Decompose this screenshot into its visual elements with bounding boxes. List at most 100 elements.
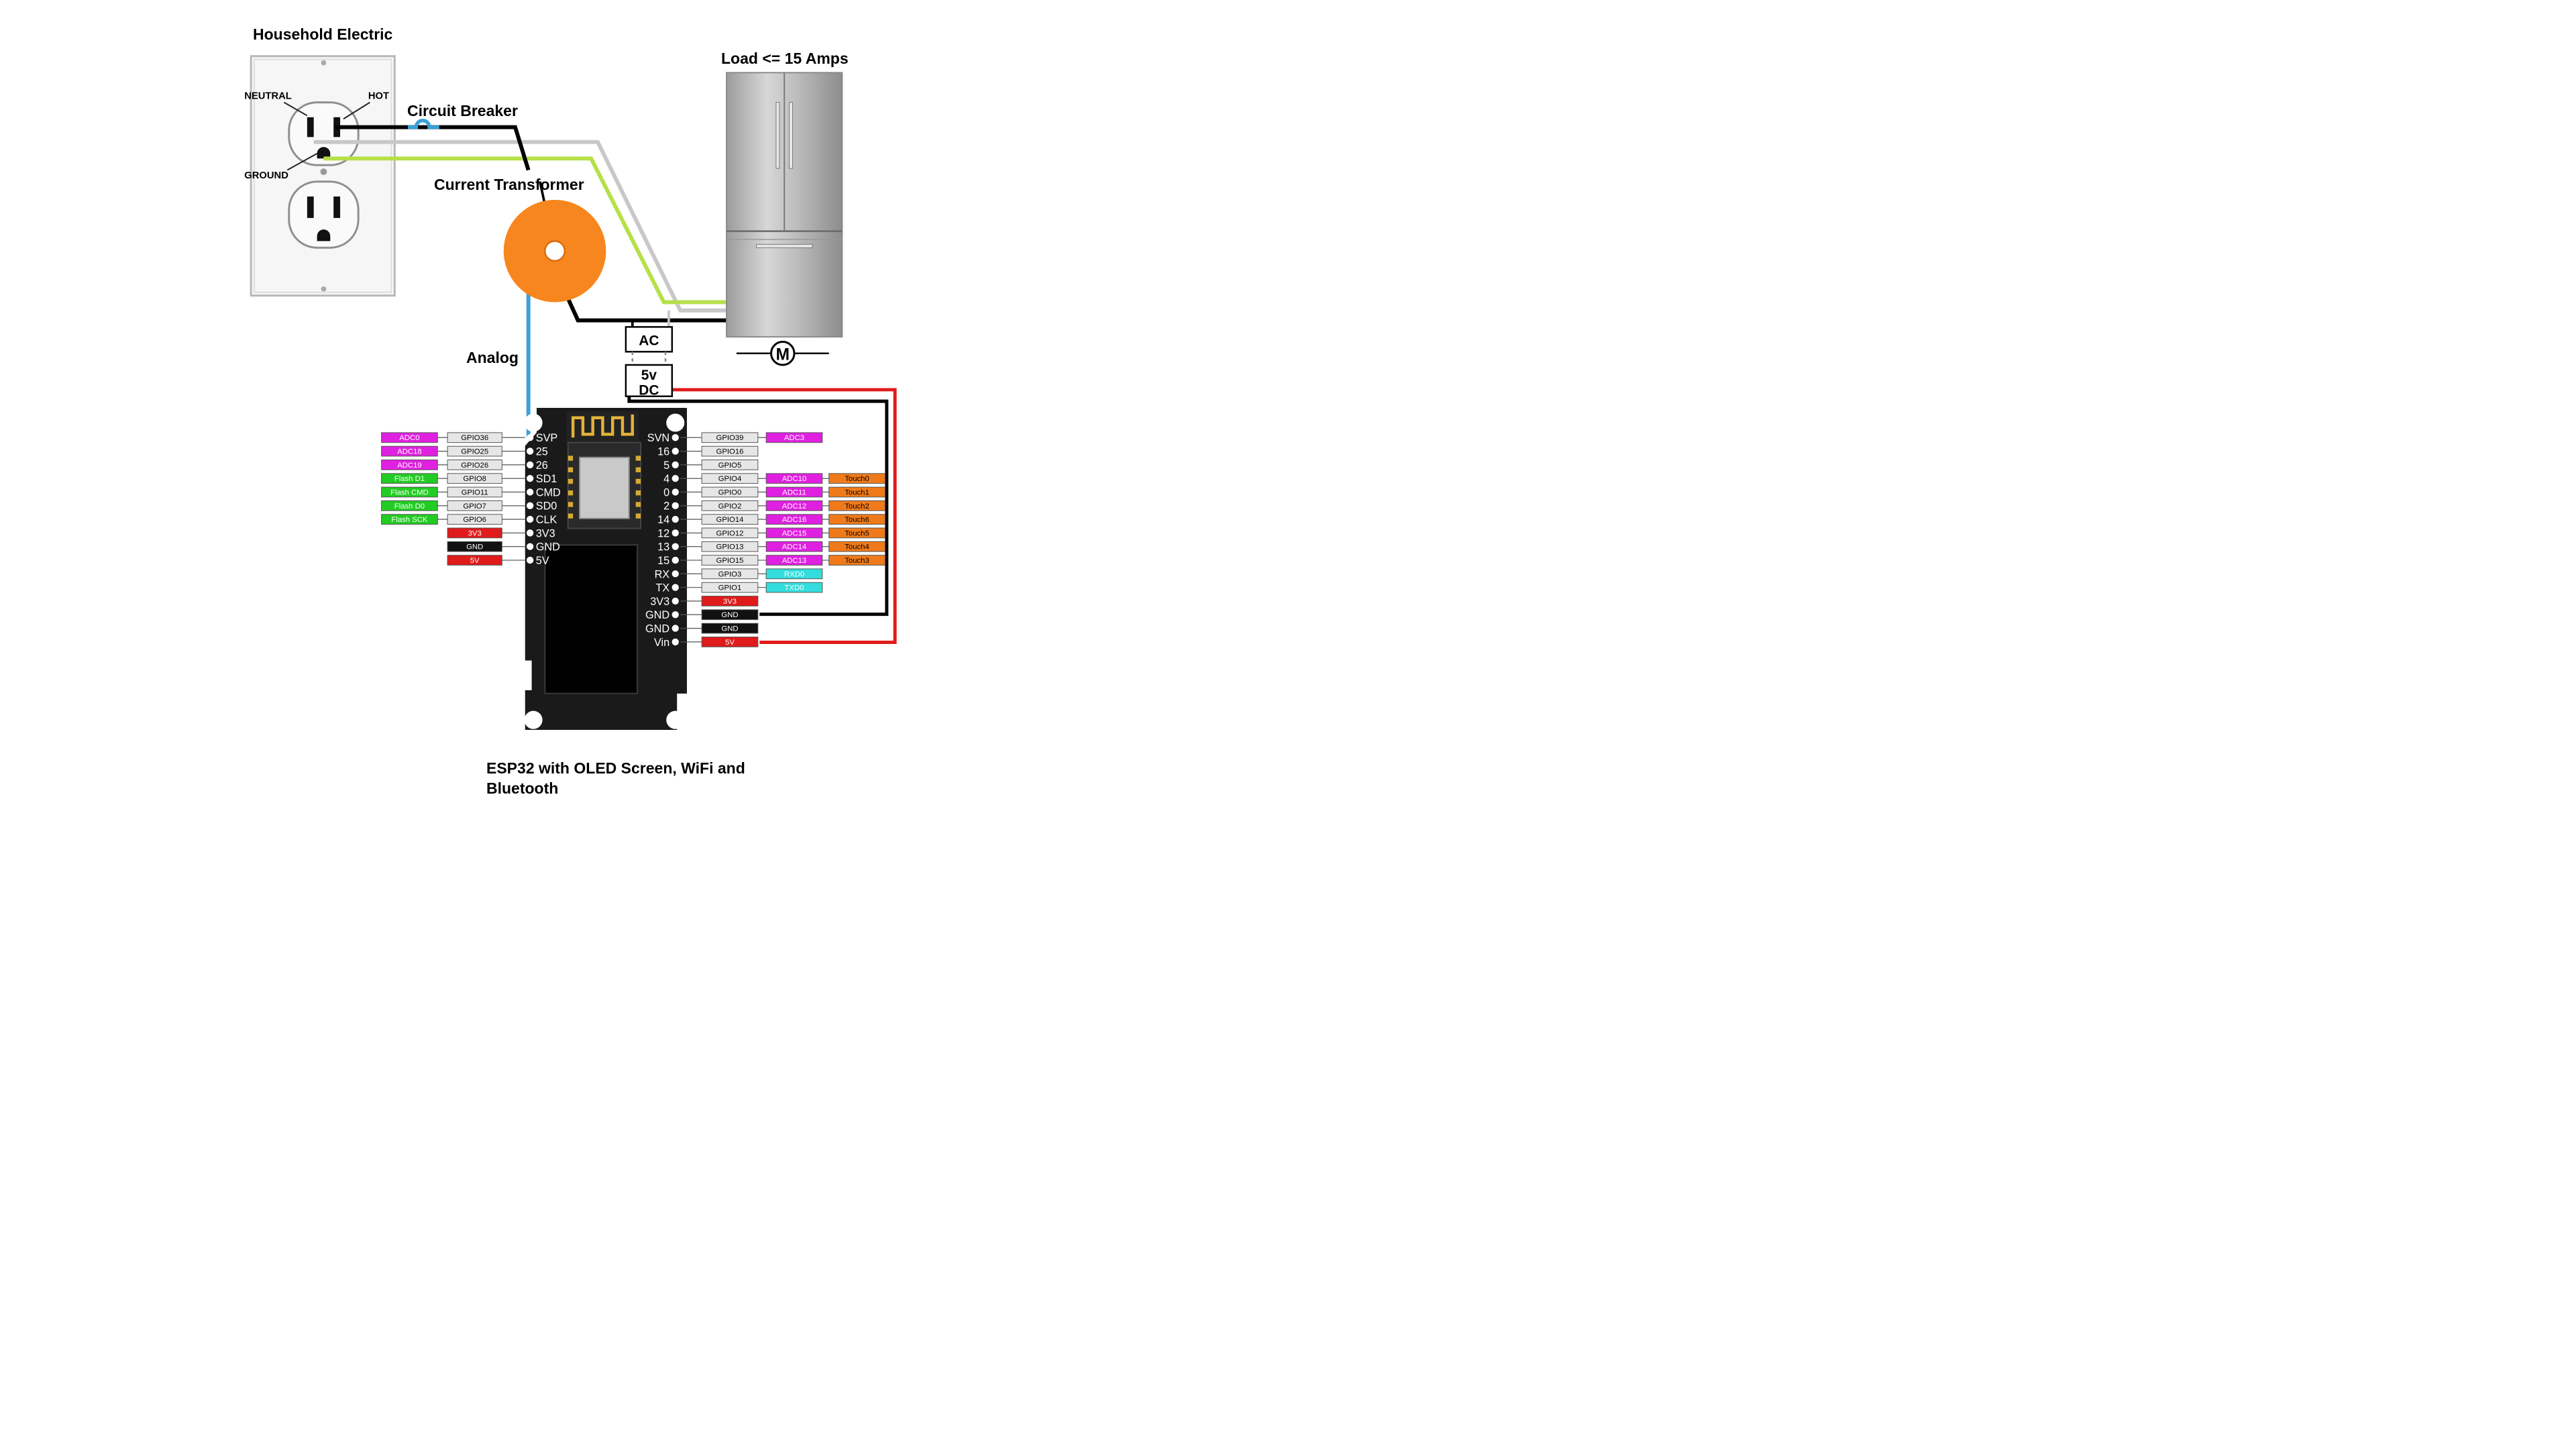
right-gpio-tag: GPIO2: [701, 500, 759, 511]
left-func-tag: Flash D1: [381, 473, 438, 484]
right-power-tag-text: GND: [721, 611, 738, 619]
right-func-tag-text: ADC16: [782, 516, 806, 524]
right-power-tag-text: GND: [721, 625, 738, 633]
right-gpio-tag-text: GPIO4: [718, 475, 742, 483]
right-func-tag-text: RXD0: [784, 570, 804, 578]
right-power-tag-text: 3V3: [723, 598, 737, 606]
right-gpio-tag: GPIO12: [701, 527, 759, 539]
board-pin-label: CLK: [536, 514, 557, 526]
right-gpio-tag: GPIO14: [701, 514, 759, 525]
refrigerator-image: [726, 72, 843, 338]
pin-hole: [672, 488, 679, 496]
right-touch-tag: Touch4: [828, 541, 885, 552]
board-pin-label: 12: [657, 527, 669, 539]
left-pin-row: 25 GPIO25 ADC18: [381, 445, 548, 458]
pin-hole: [526, 502, 534, 510]
right-power-tag: 3V3: [701, 596, 759, 606]
pin-hole: [672, 611, 679, 619]
left-power-tag: GND: [447, 541, 502, 552]
left-func-tag-text: Flash D1: [394, 475, 425, 483]
board-pin-label: GND: [645, 623, 669, 635]
board-pin-label: 13: [657, 541, 669, 553]
left-gpio-tag: GPIO36: [447, 432, 502, 443]
right-func-tag-text: ADC3: [784, 434, 804, 442]
board-pin-label: SVP: [536, 432, 558, 444]
left-power-tag: 5V: [447, 555, 502, 566]
left-gpio-tag-text: GPIO8: [463, 475, 486, 483]
right-func-tag: ADC10: [765, 473, 823, 484]
right-gpio-tag: GPIO4: [701, 473, 759, 484]
pin-hole: [672, 515, 679, 523]
pin-hole: [526, 488, 534, 496]
left-gpio-tag: GPIO6: [447, 514, 502, 525]
current-transformer-label: Current Transformer: [434, 176, 584, 193]
analog-label: Analog: [466, 349, 519, 366]
right-func-tag-text: TXD0: [785, 584, 804, 592]
pin-hole: [672, 556, 679, 564]
pin-hole: [526, 447, 534, 455]
neutral-label: NEUTRAL: [244, 91, 291, 102]
right-touch-tag-text: Touch1: [845, 488, 869, 496]
right-touch-tag-text: Touch5: [845, 529, 869, 537]
board-pin-label: TX: [655, 582, 669, 594]
board-pin-label: SVN: [647, 432, 669, 444]
right-func-tag: ADC11: [765, 486, 823, 498]
board-pin-label: 5V: [536, 555, 549, 567]
board-pin-label: 2: [663, 500, 669, 513]
right-pin-row: 14 GPIO14 ADC16 Touch6: [657, 514, 885, 526]
right-gpio-tag-text: GPIO0: [718, 488, 742, 496]
right-power-tag: GND: [701, 609, 759, 621]
right-func-tag-text: ADC10: [782, 475, 806, 483]
left-func-tag: ADC0: [381, 432, 438, 443]
right-touch-tag: Touch6: [828, 514, 885, 525]
left-gpio-tag: GPIO26: [447, 460, 502, 470]
right-touch-tag-text: Touch0: [845, 475, 869, 483]
pin-hole: [526, 515, 534, 523]
right-gpio-tag: GPIO16: [701, 445, 759, 457]
board-pin-label: 15: [657, 555, 669, 567]
right-gpio-tag: GPIO3: [701, 568, 759, 580]
right-power-tag: 5V: [701, 637, 759, 647]
right-touch-tag: Touch2: [828, 500, 885, 511]
right-func-tag: ADC16: [765, 514, 823, 525]
circuit-breaker-label: Circuit Breaker: [407, 102, 518, 119]
left-func-tag: ADC18: [381, 445, 438, 457]
right-touch-tag-text: Touch4: [845, 543, 869, 551]
esp32-caption-line1: ESP32 with OLED Screen, WiFi and: [486, 759, 745, 777]
board-pin-label: Vin: [654, 637, 669, 649]
left-func-tag: Flash D0: [381, 500, 438, 511]
left-pin-row: GND GND: [447, 541, 560, 553]
right-pin-row: 3V3 3V3: [650, 596, 759, 608]
right-gpio-tag: GPIO13: [701, 541, 759, 552]
board-pin-label: SD1: [536, 473, 557, 485]
right-pin-row: 13 GPIO13 ADC14 Touch4: [657, 541, 885, 553]
right-gpio-tag-text: GPIO14: [716, 516, 744, 524]
board-pin-label: 5: [663, 460, 669, 472]
right-gpio-tag-text: GPIO1: [718, 584, 742, 592]
left-gpio-tag-text: GPIO6: [463, 516, 486, 524]
left-gpio-tag: GPIO11: [447, 486, 502, 498]
dc-label-line1: 5v: [641, 368, 657, 383]
right-gpio-tag-text: GPIO16: [716, 448, 744, 456]
right-gpio-tag-text: GPIO12: [716, 529, 744, 537]
pin-hole: [672, 475, 679, 482]
right-gpio-tag: GPIO5: [701, 460, 759, 470]
motor-label: M: [776, 346, 790, 364]
right-func-tag-text: ADC14: [782, 543, 806, 551]
right-touch-tag-text: Touch2: [845, 502, 869, 511]
right-func-tag: ADC13: [765, 555, 823, 566]
right-touch-tag-text: Touch3: [845, 557, 869, 565]
left-func-tag-text: ADC0: [399, 434, 419, 442]
right-gpio-tag-text: GPIO39: [716, 434, 744, 442]
right-gpio-tag: GPIO1: [701, 582, 759, 593]
right-gpio-tag-text: GPIO3: [718, 570, 742, 578]
right-touch-tag: Touch5: [828, 527, 885, 539]
board-pin-label: 4: [663, 473, 669, 485]
right-pin-row: 4 GPIO4 ADC10 Touch0: [663, 473, 885, 485]
left-func-tag-text: ADC18: [397, 448, 421, 456]
left-pin-row: 26 GPIO26 ADC19: [381, 460, 548, 472]
load-label: Load <= 15 Amps: [721, 50, 849, 67]
board-pin-label: RX: [655, 568, 670, 580]
right-func-tag: ADC3: [765, 432, 823, 443]
pin-hole: [672, 597, 679, 605]
